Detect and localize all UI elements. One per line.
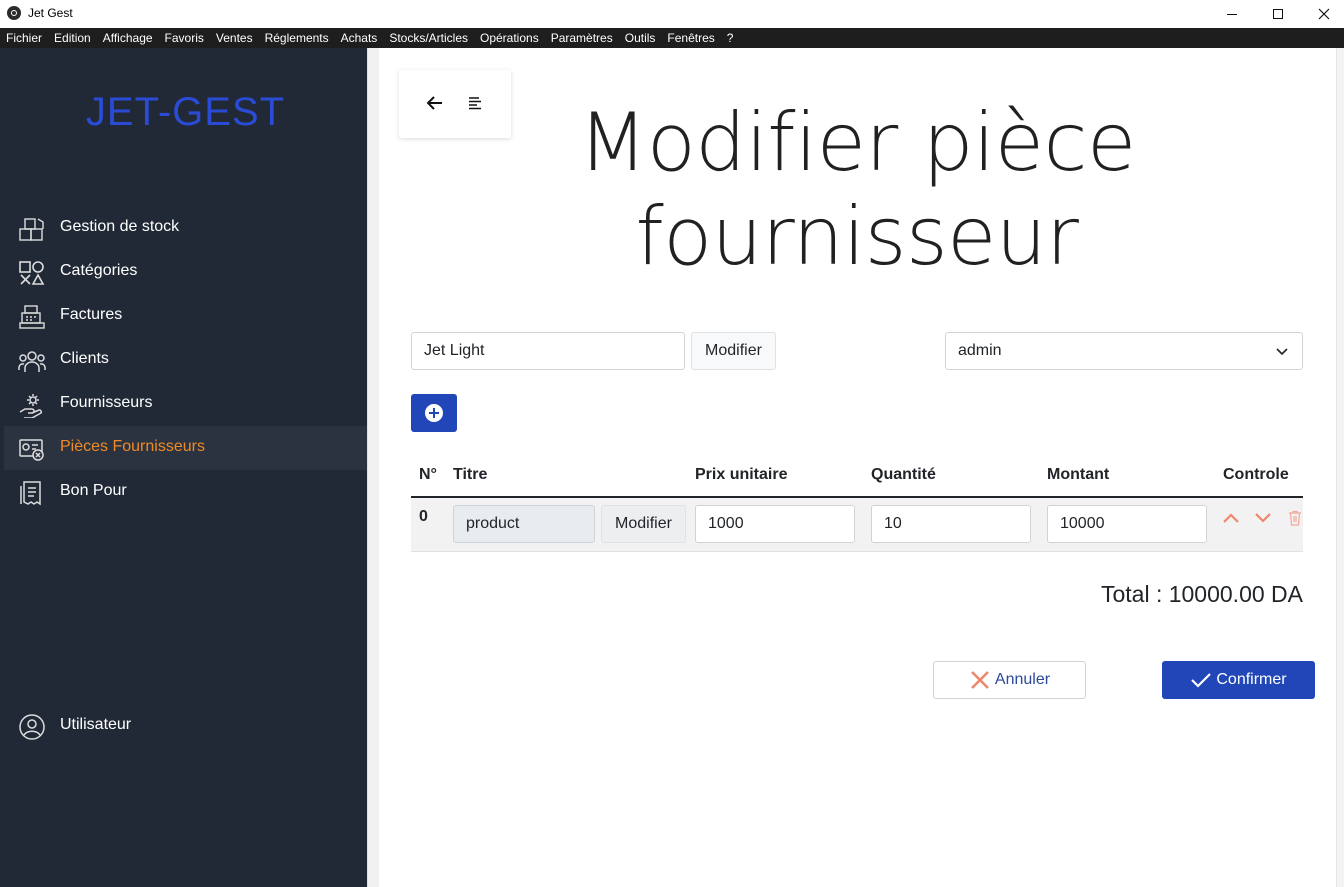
shapes-icon [19,261,45,285]
menu-fichier[interactable]: Fichier [0,28,48,48]
arrow-left-icon [427,96,442,110]
menu-favoris[interactable]: Favoris [159,28,210,48]
check-icon [1191,673,1212,688]
sidebar-item-pieces-fournisseurs[interactable]: Pièces Fournisseurs [4,426,367,470]
user-select[interactable]: admin [945,332,1303,370]
modify-supplier-button[interactable]: Modifier [691,332,776,370]
plus-circle-icon [425,404,443,422]
trash-icon[interactable] [1286,510,1304,526]
move-up-icon[interactable] [1222,510,1240,526]
row-modify-button[interactable]: Modifier [601,505,686,543]
sidebar-item-utilisateur[interactable]: Utilisateur [4,704,367,748]
boxes-icon [19,218,44,241]
minimize-icon [1227,13,1237,15]
sidebar-item-label: Gestion de stock [60,218,180,235]
sidebar-item-bon-pour[interactable]: Bon Pour [4,470,367,514]
sidebar-item-label: Bon Pour [60,482,127,499]
close-button[interactable] [1301,0,1344,28]
col-header-titre: Titre [453,466,488,483]
col-header-controle: Controle [1223,466,1289,483]
add-line-button[interactable] [411,394,457,432]
confirm-label: Confirmer [1216,671,1287,688]
sidebar-item-gestion-de-stock[interactable]: Gestion de stock [4,206,367,250]
menu-outils[interactable]: Outils [619,28,662,48]
users-icon [18,351,46,372]
menu-help[interactable]: ? [721,28,740,48]
sidebar-item-label: Catégories [60,262,138,279]
window-titlebar: Jet Gest [0,0,1344,28]
maximize-icon [1273,9,1283,19]
sidebar-divider[interactable] [367,48,379,887]
sidebar-item-label: Utilisateur [60,716,132,733]
sidebar-item-label: Clients [60,350,109,367]
confirm-button[interactable]: Confirmer [1162,661,1315,699]
row-quantity-input[interactable]: 10 [871,505,1031,543]
menu-operations[interactable]: Opérations [474,28,545,48]
document-cancel-icon [19,439,44,461]
sidebar-item-label: Fournisseurs [60,394,153,411]
menu-reglements[interactable]: Réglements [259,28,335,48]
app-logo-icon [7,6,21,20]
col-header-num: N° [419,466,437,483]
vertical-scrollbar[interactable] [1336,48,1344,887]
menu-achats[interactable]: Achats [335,28,384,48]
brand-title: JET-GEST [0,90,367,135]
sidebar-item-label: Pièces Fournisseurs [60,438,205,455]
row-title-field[interactable]: product [453,505,595,543]
window-title: Jet Gest [28,6,73,20]
toolbar-card [399,70,511,138]
sidebar-item-fournisseurs[interactable]: Fournisseurs [4,382,367,426]
col-header-montant: Montant [1047,466,1110,483]
page-title: Modifier pièce fournisseur [560,96,1154,284]
menu-fenetres[interactable]: Fenêtres [661,28,720,48]
sidebar-item-factures[interactable]: Factures [4,294,367,338]
row-amount-input[interactable]: 10000 [1047,505,1207,543]
back-button[interactable] [424,92,446,114]
move-down-icon[interactable] [1254,510,1272,526]
page-title-line1: Modifier pièce [578,96,1136,189]
cancel-button[interactable]: Annuler [933,661,1086,699]
menu-toggle-button[interactable] [464,92,486,114]
minimize-button[interactable] [1209,0,1255,28]
sidebar-item-clients[interactable]: Clients [4,338,367,382]
sidebar-item-label: Factures [60,306,123,323]
menu-stocks-articles[interactable]: Stocks/Articles [383,28,474,48]
align-left-icon [469,97,481,110]
menu-bar: Fichier Edition Affichage Favoris Ventes… [0,28,1344,48]
col-header-prix-unitaire: Prix unitaire [695,466,788,483]
hand-gear-icon [19,394,43,418]
menu-ventes[interactable]: Ventes [210,28,259,48]
sidebar: JET-GEST Gestion de stock Catégories Fac… [0,48,367,887]
total-amount: Total : 10000.00 DA [1100,581,1303,607]
cash-register-icon [19,305,45,329]
col-header-quantite: Quantité [871,466,936,483]
menu-parametres[interactable]: Paramètres [545,28,619,48]
user-circle-icon [19,714,45,740]
sidebar-item-categories[interactable]: Catégories [4,250,367,294]
cancel-label: Annuler [994,671,1051,688]
row-number: 0 [419,508,428,525]
brand-text: JET-GEST [85,90,286,134]
chevron-down-icon [1276,348,1288,356]
supplier-field[interactable]: Jet Light [411,332,685,370]
close-x-icon [971,671,989,689]
maximize-button[interactable] [1255,0,1301,28]
close-icon [1318,8,1330,20]
menu-edition[interactable]: Edition [48,28,97,48]
receipt-icon [20,481,41,506]
menu-affichage[interactable]: Affichage [97,28,159,48]
page-title-line2: fournisseur [635,190,1079,283]
user-select-value: admin [958,342,1002,359]
row-unit-price-input[interactable]: 1000 [695,505,855,543]
